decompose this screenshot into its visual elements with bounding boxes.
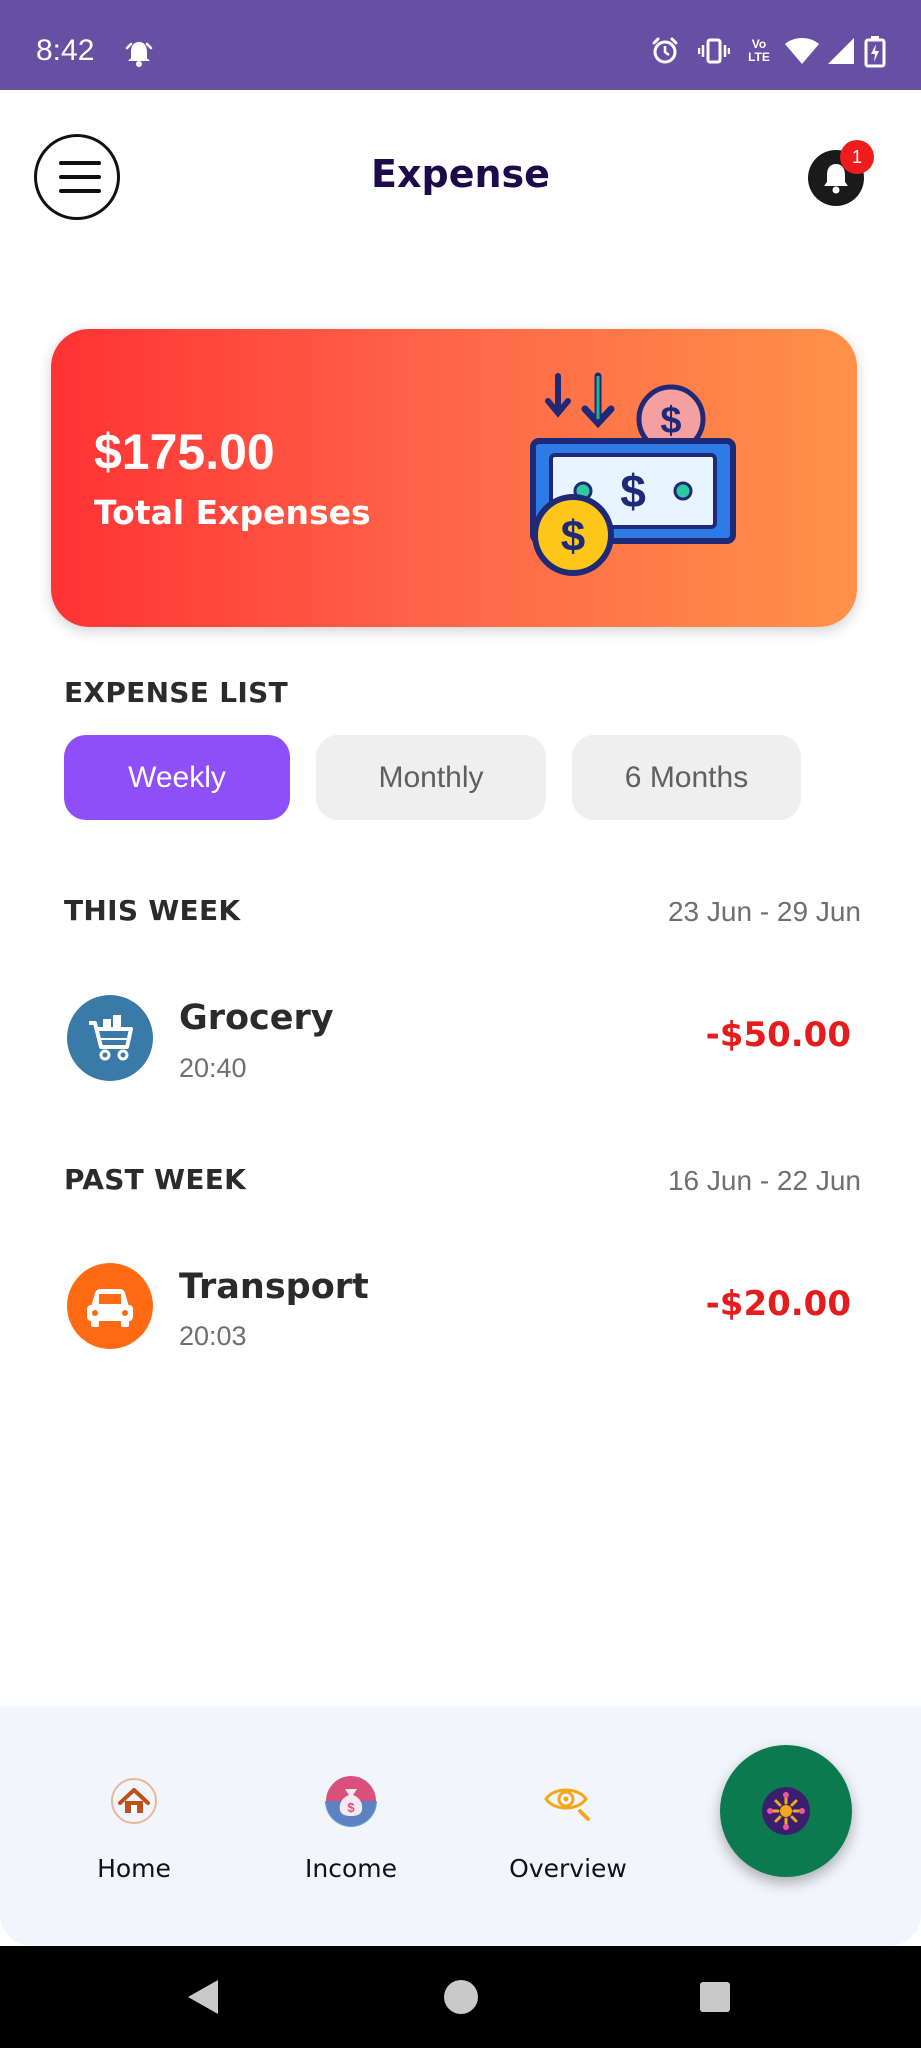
expense-time: 20:03 xyxy=(179,1321,247,1351)
alarm-clock-icon xyxy=(652,37,678,64)
filter-6-months-button[interactable]: 6 Months xyxy=(572,735,801,820)
overview-eye-icon xyxy=(544,1788,590,1821)
group-heading-past-week: PAST WEEK xyxy=(64,1163,247,1196)
expense-amount: -$20.00 xyxy=(705,1284,851,1324)
money-bag-icon: $ xyxy=(325,1776,377,1827)
back-icon[interactable] xyxy=(186,1978,222,2016)
money-illustration-icon: $ $ $ xyxy=(530,372,736,576)
wifi-icon xyxy=(785,38,819,64)
expense-add-icon xyxy=(762,1787,810,1835)
expense-amount: -$50.00 xyxy=(705,1015,851,1055)
filter-monthly-button[interactable]: Monthly xyxy=(316,735,546,820)
vibrate-icon xyxy=(698,38,730,64)
svg-text:$: $ xyxy=(660,400,681,442)
home-icon xyxy=(111,1778,157,1824)
status-time: 8:42 xyxy=(36,34,95,67)
home-circle-icon[interactable] xyxy=(442,1978,480,2016)
group-date-range: 16 Jun - 22 Jun xyxy=(667,1165,861,1196)
system-nav-bar xyxy=(0,1946,921,2048)
signal-icon xyxy=(828,38,854,64)
total-expenses-card: $175.00 Total Expenses $ $ $ xyxy=(51,329,857,627)
expense-name: Transport xyxy=(179,1267,369,1307)
svg-text:$: $ xyxy=(561,512,585,561)
svg-text:$: $ xyxy=(347,1800,355,1815)
group-heading-this-week: THIS WEEK xyxy=(64,894,241,927)
battery-charging-icon xyxy=(864,36,886,68)
nav-income-label: Income xyxy=(305,1854,397,1883)
filter-weekly-button[interactable]: Weekly xyxy=(64,735,290,820)
svg-text:$: $ xyxy=(620,465,646,517)
nav-home-label: Home xyxy=(97,1854,171,1883)
expense-fab-button[interactable] xyxy=(720,1745,852,1877)
nav-overview-label: Overview xyxy=(509,1854,627,1883)
shopping-cart-icon xyxy=(67,995,153,1081)
expense-list-heading: EXPENSE LIST xyxy=(64,676,288,709)
total-expenses-amount: $175.00 xyxy=(94,424,275,480)
group-date-range: 23 Jun - 29 Jun xyxy=(667,896,861,927)
total-expenses-label: Total Expenses xyxy=(94,493,371,532)
alarm-bell-icon xyxy=(125,42,153,67)
volte-indicator: Vo LTE xyxy=(748,37,770,64)
nav-income[interactable]: $ Income xyxy=(271,1775,431,1883)
status-bar: 8:42 Vo LTE xyxy=(0,0,921,90)
page-title: Expense xyxy=(371,152,550,196)
recents-icon[interactable] xyxy=(698,1980,732,2014)
expense-time: 20:40 xyxy=(179,1053,247,1083)
notification-badge: 1 xyxy=(840,140,874,174)
nav-overview[interactable]: Overview xyxy=(488,1775,648,1883)
car-icon xyxy=(67,1263,153,1349)
nav-home[interactable]: Home xyxy=(54,1775,214,1883)
expense-name: Grocery xyxy=(179,998,334,1038)
